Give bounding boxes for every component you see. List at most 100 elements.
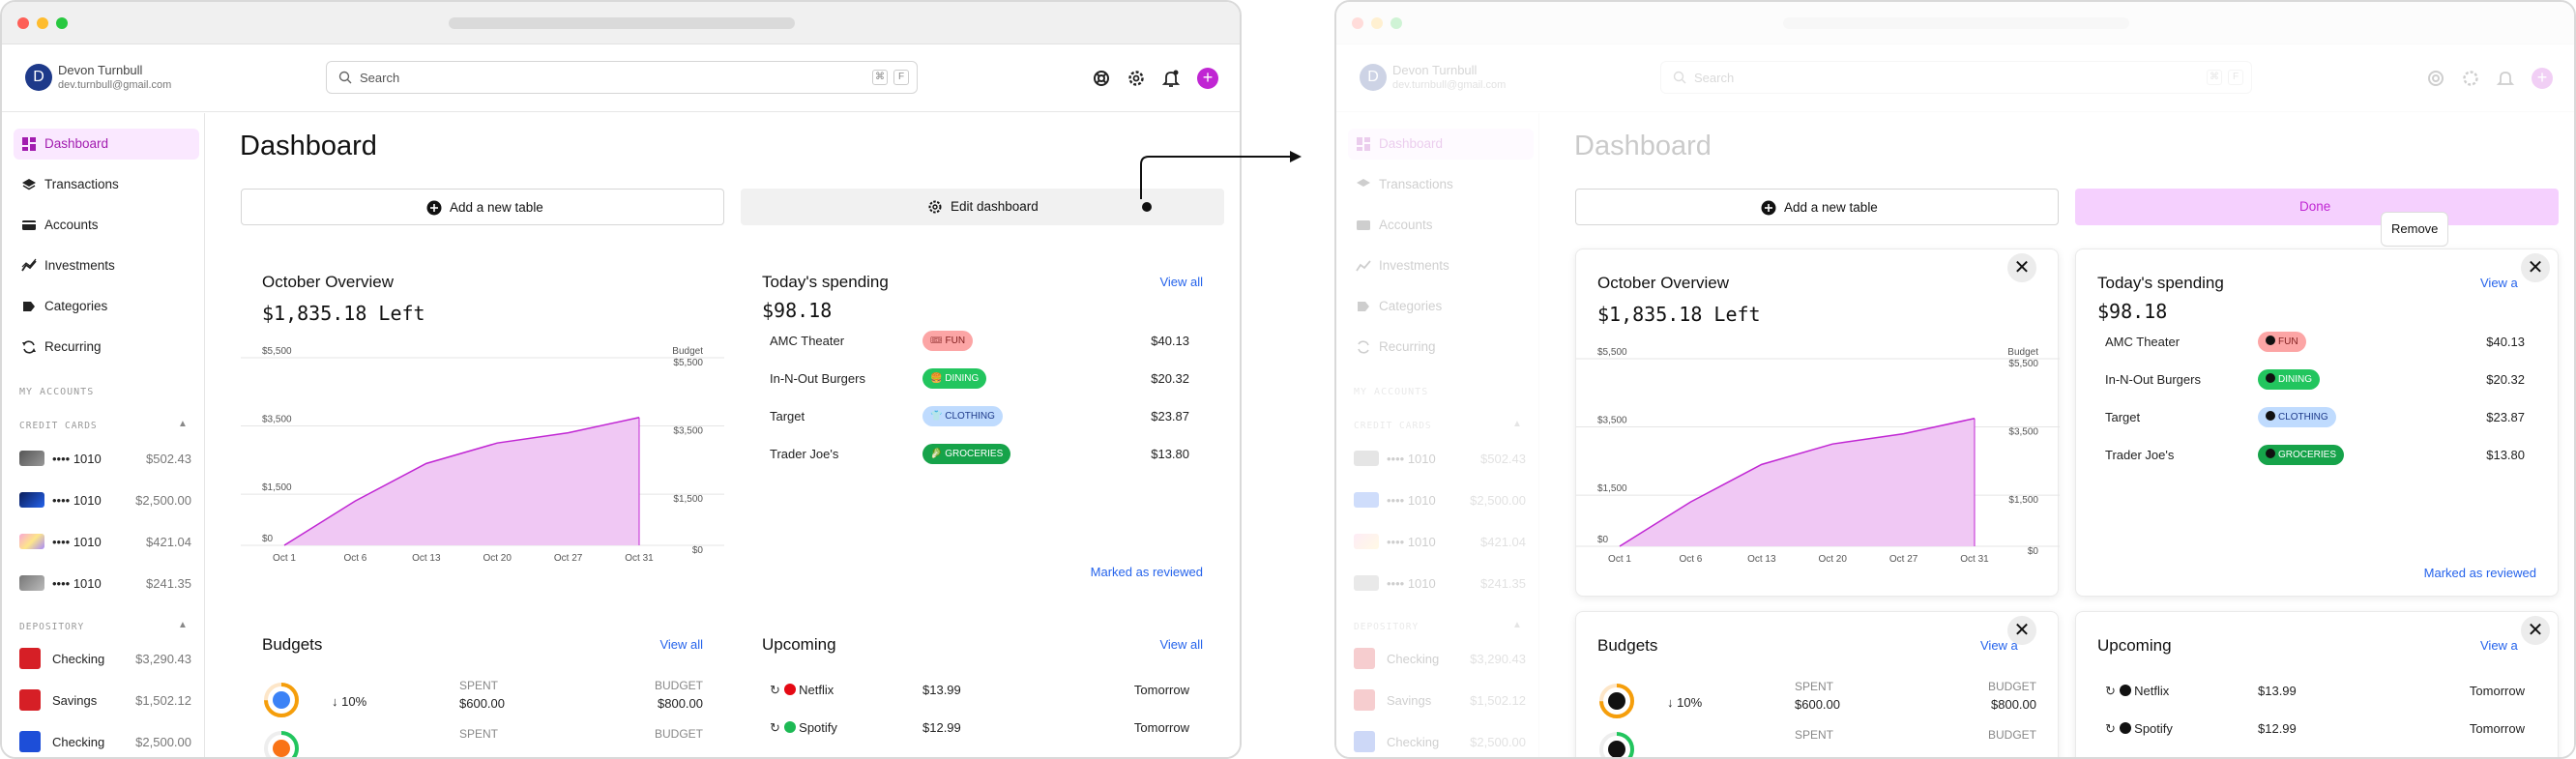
account-row[interactable]: •••• 1010 $502.43 bbox=[19, 448, 199, 469]
sidebar-item-categories[interactable]: Categories bbox=[14, 291, 199, 322]
zoom-window-button[interactable] bbox=[56, 17, 68, 29]
chevron-up-icon[interactable]: ▲ bbox=[1512, 620, 1522, 630]
spending-row[interactable]: Target CLOTHING $23.87 bbox=[2097, 405, 2532, 430]
category-tag[interactable]: 🎟 FUN bbox=[922, 331, 974, 351]
account-balance: $3,290.43 bbox=[135, 652, 191, 666]
close-window-button[interactable] bbox=[1352, 17, 1363, 29]
category-tag[interactable]: FUN bbox=[2258, 332, 2306, 352]
add-table-button[interactable]: Add a new table bbox=[241, 189, 724, 225]
bell-icon[interactable] bbox=[2495, 68, 2516, 89]
remove-card-button[interactable]: ✕ bbox=[2521, 253, 2550, 282]
avatar[interactable]: D bbox=[25, 64, 52, 91]
budgets-card[interactable]: Budgets View a ↓ 10% SPENT $600.00 BUDGE… bbox=[1575, 611, 2059, 757]
avatar[interactable]: D bbox=[1360, 64, 1387, 91]
category-tag[interactable]: 🍔 DINING bbox=[922, 368, 987, 389]
search-input[interactable]: Search ⌘ F bbox=[326, 61, 918, 94]
remove-card-button[interactable]: ✕ bbox=[2007, 253, 2036, 282]
chevron-up-icon[interactable]: ▲ bbox=[178, 419, 188, 429]
account-row[interactable]: Checking $3,290.43 bbox=[19, 648, 199, 669]
address-bar[interactable] bbox=[449, 17, 795, 29]
budget-progress-ring bbox=[264, 731, 299, 757]
sidebar-item-categories[interactable]: Categories bbox=[1348, 291, 1534, 322]
spending-row[interactable]: Target 👕 CLOTHING $23.87 bbox=[762, 404, 1197, 429]
refresh-icon bbox=[1358, 340, 1369, 354]
upcoming-row[interactable]: ↻ Netflix $13.99 Tomorrow bbox=[2097, 679, 2532, 704]
add-table-button[interactable]: Add a new table bbox=[1575, 189, 2059, 225]
spending-row[interactable]: In-N-Out Burgers DINING $20.32 bbox=[2097, 367, 2532, 393]
spending-row[interactable]: Trader Joe's 🥬 GROCERIES $13.80 bbox=[762, 442, 1197, 467]
bell-icon[interactable] bbox=[1160, 68, 1182, 89]
sidebar-item-investments[interactable]: Investments bbox=[1348, 250, 1534, 281]
category-tag[interactable]: 🥬 GROCERIES bbox=[922, 444, 1011, 464]
marked-reviewed-link[interactable]: Marked as reviewed bbox=[2424, 566, 2536, 580]
y-tick-label-right: $1,500 bbox=[673, 494, 703, 505]
category-tag[interactable]: 👕 CLOTHING bbox=[922, 406, 1003, 426]
add-button[interactable]: + bbox=[2532, 68, 2553, 89]
remove-card-button[interactable]: ✕ bbox=[2521, 616, 2550, 645]
minimize-window-button[interactable] bbox=[37, 17, 48, 29]
spending-row[interactable]: AMC Theater 🎟 FUN $40.13 bbox=[762, 329, 1197, 354]
gear-icon[interactable] bbox=[2460, 68, 2481, 89]
todays-spending-card[interactable]: Today's spending $98.18 View a AMC Theat… bbox=[2075, 248, 2559, 597]
account-name: •••• 1010 bbox=[52, 576, 102, 591]
account-row[interactable]: Savings $1,502.12 bbox=[19, 689, 199, 711]
spending-row[interactable]: Trader Joe's GROCERIES $13.80 bbox=[2097, 443, 2532, 468]
help-icon[interactable] bbox=[2425, 68, 2446, 89]
service-name: Spotify bbox=[2134, 721, 2173, 736]
help-icon[interactable] bbox=[1091, 68, 1112, 89]
account-row[interactable]: Checking $2,500.00 bbox=[19, 731, 199, 752]
sidebar-item-dashboard[interactable]: Dashboard bbox=[1348, 129, 1534, 160]
account-row[interactable]: •••• 1010 $241.35 bbox=[1354, 572, 1534, 594]
sidebar-item-transactions[interactable]: Transactions bbox=[14, 169, 199, 200]
gear-icon[interactable] bbox=[1126, 68, 1147, 89]
account-row[interactable]: Checking $2,500.00 bbox=[1354, 731, 1534, 752]
chevron-up-icon[interactable]: ▲ bbox=[1512, 419, 1522, 429]
upcoming-card[interactable]: Upcoming View a ↻ Netflix $13.99 Tomorrow ↻… bbox=[2075, 611, 2559, 757]
october-overview-card[interactable]: October Overview $1,835.18 Left $5,500 $3… bbox=[1575, 248, 2060, 597]
close-window-button[interactable] bbox=[17, 17, 29, 29]
account-name: •••• 1010 bbox=[1387, 576, 1436, 591]
sidebar-item-accounts[interactable]: Accounts bbox=[14, 210, 199, 241]
upcoming-view-all-link[interactable]: View all bbox=[1159, 637, 1203, 652]
sidebar-item-transactions[interactable]: Transactions bbox=[1348, 169, 1534, 200]
account-row[interactable]: •••• 1010 $502.43 bbox=[1354, 448, 1534, 469]
sidebar-item-accounts[interactable]: Accounts bbox=[1348, 210, 1534, 241]
category-tag-label: DINING bbox=[2278, 374, 2312, 385]
marked-reviewed-link[interactable]: Marked as reviewed bbox=[1091, 565, 1203, 579]
sidebar-item-recurring[interactable]: Recurring bbox=[14, 332, 199, 363]
zoom-window-button[interactable] bbox=[1390, 17, 1402, 29]
spending-view-all-link[interactable]: View all bbox=[1159, 275, 1203, 289]
upcoming-row[interactable]: ↻ Netflix $13.99 Tomorrow bbox=[762, 678, 1197, 703]
address-bar[interactable] bbox=[1783, 17, 2129, 29]
account-row[interactable]: •••• 1010 $421.04 bbox=[19, 531, 199, 552]
budgets-view-all-link[interactable]: View all bbox=[659, 637, 703, 652]
sidebar-item-investments[interactable]: Investments bbox=[14, 250, 199, 281]
spending-view-all-link[interactable]: View a bbox=[2480, 276, 2518, 290]
add-button[interactable]: + bbox=[1197, 68, 1218, 89]
minimize-window-button[interactable] bbox=[1371, 17, 1383, 29]
sidebar-item-recurring[interactable]: Recurring bbox=[1348, 332, 1534, 363]
bank-logo-icon bbox=[1354, 731, 1375, 752]
account-row[interactable]: •••• 1010 $2,500.00 bbox=[19, 489, 199, 511]
account-row[interactable]: •••• 1010 $421.04 bbox=[1354, 531, 1534, 552]
category-tag[interactable]: CLOTHING bbox=[2258, 407, 2336, 427]
account-row[interactable]: •••• 1010 $2,500.00 bbox=[1354, 489, 1534, 511]
upcoming-view-all-link[interactable]: View a bbox=[2480, 638, 2518, 653]
category-tag[interactable]: DINING bbox=[2258, 369, 2320, 390]
chevron-up-icon[interactable]: ▲ bbox=[178, 620, 188, 630]
remove-card-button[interactable]: ✕ bbox=[2007, 616, 2036, 645]
upcoming-row[interactable]: ↻ Spotify $12.99 Tomorrow bbox=[2097, 716, 2532, 742]
account-row[interactable]: Savings $1,502.12 bbox=[1354, 689, 1534, 711]
account-row[interactable]: •••• 1010 $241.35 bbox=[19, 572, 199, 594]
spent-label: SPENT bbox=[459, 679, 499, 692]
upcoming-row[interactable]: ↻ Spotify $12.99 Tomorrow bbox=[762, 715, 1197, 741]
command-key-hint: ⌘ bbox=[872, 70, 888, 85]
spending-row[interactable]: AMC Theater FUN $40.13 bbox=[2097, 330, 2532, 355]
category-tag[interactable]: GROCERIES bbox=[2258, 445, 2345, 465]
spending-row[interactable]: In-N-Out Burgers 🍔 DINING $20.32 bbox=[762, 366, 1197, 392]
done-button[interactable]: Done bbox=[2075, 189, 2559, 225]
search-input[interactable]: Search ⌘ F bbox=[1660, 61, 2252, 94]
sidebar-item-dashboard[interactable]: Dashboard bbox=[14, 129, 199, 160]
account-row[interactable]: Checking $3,290.43 bbox=[1354, 648, 1534, 669]
emoji-placeholder-icon bbox=[2266, 373, 2275, 383]
